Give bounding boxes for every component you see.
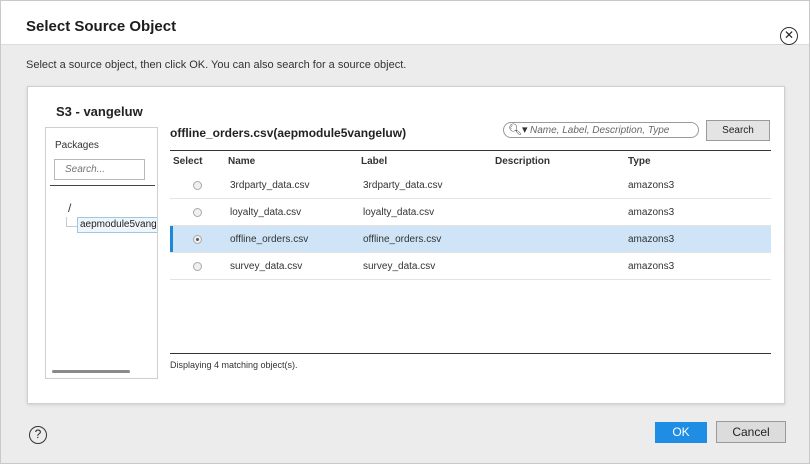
column-header-label[interactable]: Label bbox=[361, 156, 387, 167]
row-name: 3rdparty_data.csv bbox=[230, 180, 310, 191]
row-label: loyalty_data.csv bbox=[363, 207, 435, 218]
row-radio-selected[interactable] bbox=[193, 235, 202, 244]
row-name: loyalty_data.csv bbox=[230, 207, 302, 218]
table-bottom-border bbox=[170, 353, 771, 354]
instruction-text: Select a source object, then click OK. Y… bbox=[26, 59, 407, 71]
dialog-header: Select Source Object ✕ bbox=[1, 1, 809, 45]
row-label: 3rdparty_data.csv bbox=[363, 180, 443, 191]
row-type: amazons3 bbox=[628, 261, 675, 272]
tree-item-package[interactable]: aepmodule5vangeluw bbox=[77, 217, 157, 233]
row-name: offline_orders.csv bbox=[230, 234, 309, 245]
object-search-placeholder: Name, Label, Description, Type bbox=[530, 125, 670, 136]
help-icon[interactable]: ? bbox=[29, 426, 47, 444]
search-button[interactable]: Search bbox=[706, 120, 770, 141]
row-label: survey_data.csv bbox=[363, 261, 436, 272]
ok-button[interactable]: OK bbox=[655, 422, 707, 443]
column-header-name[interactable]: Name bbox=[228, 156, 255, 167]
packages-divider bbox=[50, 185, 155, 186]
dialog-title: Select Source Object bbox=[26, 18, 177, 35]
packages-label: Packages bbox=[55, 140, 99, 151]
column-header-select: Select bbox=[173, 156, 203, 167]
packages-panel: Packages / aepmodule5vangeluw bbox=[45, 127, 158, 379]
table-row[interactable]: loyalty_data.csv loyalty_data.csv amazon… bbox=[170, 199, 771, 226]
column-header-description[interactable]: Description bbox=[495, 156, 550, 167]
tree-connector bbox=[66, 217, 77, 227]
packages-search-input[interactable] bbox=[54, 159, 145, 180]
matching-objects-status: Displaying 4 matching object(s). bbox=[170, 360, 298, 370]
table-top-border bbox=[170, 150, 771, 151]
source-object-panel: S3 - vangeluw Packages / aepmodule5vange… bbox=[27, 86, 785, 404]
row-radio[interactable] bbox=[193, 208, 202, 217]
row-type: amazons3 bbox=[628, 207, 675, 218]
cancel-button[interactable]: Cancel bbox=[716, 421, 786, 443]
row-radio[interactable] bbox=[193, 181, 202, 190]
row-radio[interactable] bbox=[193, 262, 202, 271]
close-icon[interactable]: ✕ bbox=[780, 27, 798, 45]
search-dropdown-icon[interactable]: 🔍︎▾ bbox=[508, 123, 528, 137]
row-type: amazons3 bbox=[628, 234, 675, 245]
table-row[interactable]: survey_data.csv survey_data.csv amazons3 bbox=[170, 253, 771, 280]
table-row[interactable]: 3rdparty_data.csv 3rdparty_data.csv amaz… bbox=[170, 172, 771, 199]
table-row-selected[interactable]: offline_orders.csv offline_orders.csv am… bbox=[170, 226, 771, 253]
column-header-type[interactable]: Type bbox=[628, 156, 651, 167]
packages-horizontal-scrollbar[interactable] bbox=[52, 370, 130, 373]
object-title: offline_orders.csv(aepmodule5vangeluw) bbox=[170, 126, 407, 140]
row-type: amazons3 bbox=[628, 180, 675, 191]
tree-root[interactable]: / bbox=[68, 201, 71, 215]
object-search-field[interactable]: 🔍︎▾ Name, Label, Description, Type bbox=[503, 122, 699, 138]
connection-name: S3 - vangeluw bbox=[56, 104, 143, 119]
select-source-object-dialog: Select Source Object ✕ Select a source o… bbox=[0, 0, 810, 464]
row-name: survey_data.csv bbox=[230, 261, 303, 272]
row-label: offline_orders.csv bbox=[363, 234, 442, 245]
